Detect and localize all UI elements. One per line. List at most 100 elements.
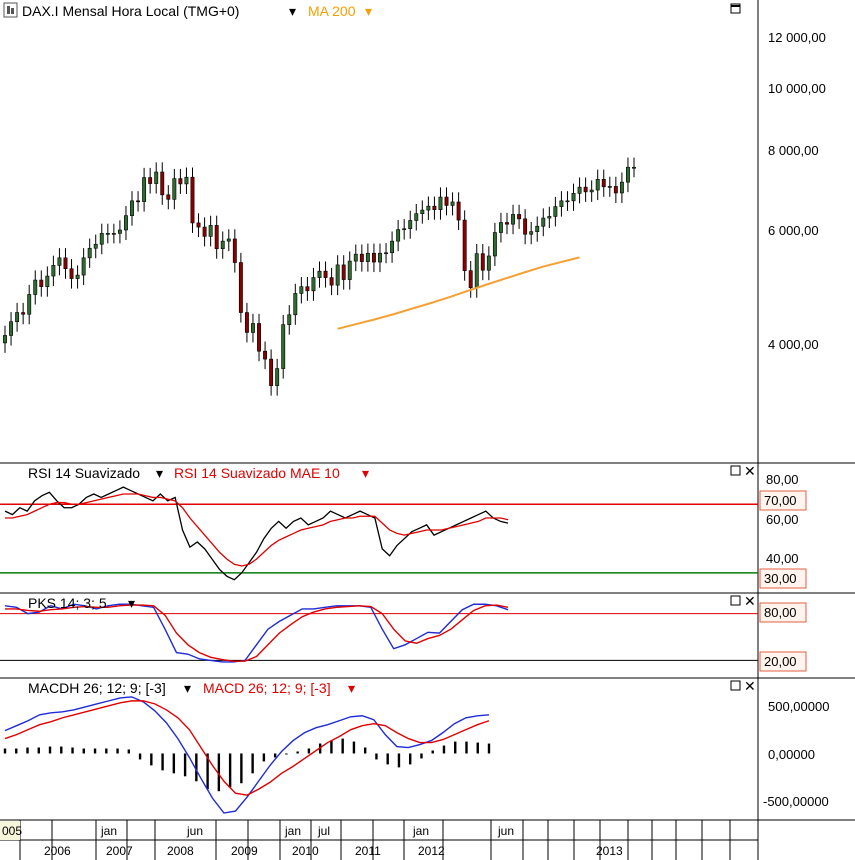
candle-body <box>160 171 165 196</box>
rsi-tick-80: 80,00 <box>766 472 799 487</box>
chart-type-icon-bar-2 <box>11 8 14 14</box>
candle-body <box>589 189 594 193</box>
chart-type-icon[interactable] <box>3 2 18 18</box>
candle-body <box>353 253 358 262</box>
candle-body <box>184 176 189 185</box>
x-year-2006: 2006 <box>44 844 71 858</box>
candle-body <box>208 225 213 237</box>
x-label-jun-2008: jun <box>186 824 203 838</box>
candle-body <box>130 200 134 216</box>
candle-body <box>619 181 624 194</box>
pks-level-20-label: 20,00 <box>764 654 797 669</box>
candle-body <box>293 293 298 316</box>
pks-level-80-label: 80,00 <box>764 605 797 620</box>
x-year-2010: 2010 <box>292 844 319 858</box>
x-label-jun-2013: jun <box>497 824 514 838</box>
candle-body <box>117 229 122 234</box>
ma-overlay-label[interactable]: MA 200 <box>308 3 356 19</box>
rsi-level-30-badge: 30,00 <box>759 568 807 589</box>
macd-panel-title[interactable]: MACDH 26; 12; 9; [-3] <box>28 680 166 696</box>
price-tick-4000: 4 000,00 <box>768 337 819 352</box>
x-year-2013: 2013 <box>596 844 623 858</box>
candle-body <box>378 252 382 263</box>
candle-body <box>269 358 274 386</box>
close-rsi-panel-icon[interactable]: ✕ <box>744 463 756 479</box>
rsi-panel-title[interactable]: RSI 14 Suavizado <box>28 465 140 481</box>
candle-body <box>148 177 153 184</box>
candle-body <box>257 323 261 352</box>
pks-title-dropdown-icon[interactable]: ▾ <box>128 595 135 611</box>
candle-body <box>486 255 491 271</box>
price-panel-title[interactable]: DAX.I Mensal Hora Local (TMG+0) <box>22 3 239 19</box>
candle-body <box>359 253 364 262</box>
candle-body <box>341 264 346 280</box>
candle-body <box>408 220 413 230</box>
candle-body <box>124 215 128 231</box>
candle-body <box>511 214 515 225</box>
ma-overlay-dropdown-icon[interactable]: ▾ <box>365 3 372 19</box>
candle-body <box>402 228 407 231</box>
x-label-start: 005 <box>2 824 22 838</box>
macd-tick-minus-500: -500,00000 <box>763 794 829 809</box>
candle-body <box>601 179 606 188</box>
macd-tick-500: 500,00000 <box>768 699 829 714</box>
candle-body <box>426 205 431 211</box>
rsi-overlay-label[interactable]: RSI 14 Suavizado MAE 10 <box>174 465 340 481</box>
candle-body <box>456 201 461 221</box>
candle-body <box>81 257 86 276</box>
candle-body <box>632 166 636 169</box>
candle-body <box>444 196 449 206</box>
rsi-level-70-badge: 70,00 <box>759 490 807 511</box>
candle-body <box>547 216 552 219</box>
rsi-tick-60: 60,00 <box>766 512 799 527</box>
candle-body <box>396 229 401 242</box>
candle-body <box>365 252 370 262</box>
candle-body <box>196 222 201 228</box>
candle-body <box>51 265 56 277</box>
candle-body <box>214 225 219 249</box>
rsi-title-dropdown-icon[interactable]: ▾ <box>156 465 163 481</box>
candle-body <box>99 233 104 245</box>
candle-body <box>33 279 38 295</box>
macd-title-dropdown-icon[interactable]: ▾ <box>184 680 191 696</box>
rsi-tick-40: 40,00 <box>766 551 799 566</box>
candle-body <box>287 314 292 325</box>
candle-body <box>172 178 177 200</box>
trading-chart: 12 000,00 10 000,00 8 000,00 6 000,00 4 … <box>0 0 855 860</box>
candle-body <box>45 275 50 287</box>
chart-type-icon-bar <box>7 6 10 14</box>
price-tick-12000: 12 000,00 <box>768 30 826 45</box>
candle-body <box>371 252 376 263</box>
candle-body <box>281 324 286 369</box>
macd-overlay-dropdown-icon[interactable]: ▾ <box>348 680 355 696</box>
candle-body <box>329 277 334 286</box>
price-title-dropdown-icon[interactable]: ▾ <box>289 3 296 19</box>
candle-body <box>154 171 159 184</box>
candle-body <box>384 252 388 255</box>
candle-body <box>220 240 225 249</box>
candle-body <box>432 205 437 210</box>
candle-body <box>468 270 473 289</box>
candle-body <box>480 253 485 271</box>
candle-body <box>317 270 322 278</box>
candle-body <box>27 294 32 315</box>
macd-overlay-label[interactable]: MACD 26; 12; 9; [-3] <box>203 680 331 696</box>
candle-body <box>75 274 80 279</box>
close-pks-panel-icon[interactable]: ✕ <box>744 593 756 609</box>
x-year-2007: 2007 <box>106 844 133 858</box>
price-tick-10000: 10 000,00 <box>768 81 826 96</box>
rsi-overlay-dropdown-icon[interactable]: ▾ <box>362 465 369 481</box>
candle-body <box>335 264 340 286</box>
macd-tick-0: 0,00000 <box>768 747 815 762</box>
candle-body <box>565 200 570 203</box>
candle-body <box>275 368 280 386</box>
candle-body <box>232 238 237 263</box>
candle-body <box>166 194 171 200</box>
x-year-2009: 2009 <box>231 844 258 858</box>
candle-body <box>111 233 116 235</box>
candle-body <box>498 222 503 233</box>
close-macd-panel-icon[interactable]: ✕ <box>744 678 756 694</box>
price-tick-6000: 6 000,00 <box>768 223 819 238</box>
pks-panel-title[interactable]: PKS 14; 3; 5 <box>28 595 107 611</box>
candle-body <box>226 238 231 242</box>
